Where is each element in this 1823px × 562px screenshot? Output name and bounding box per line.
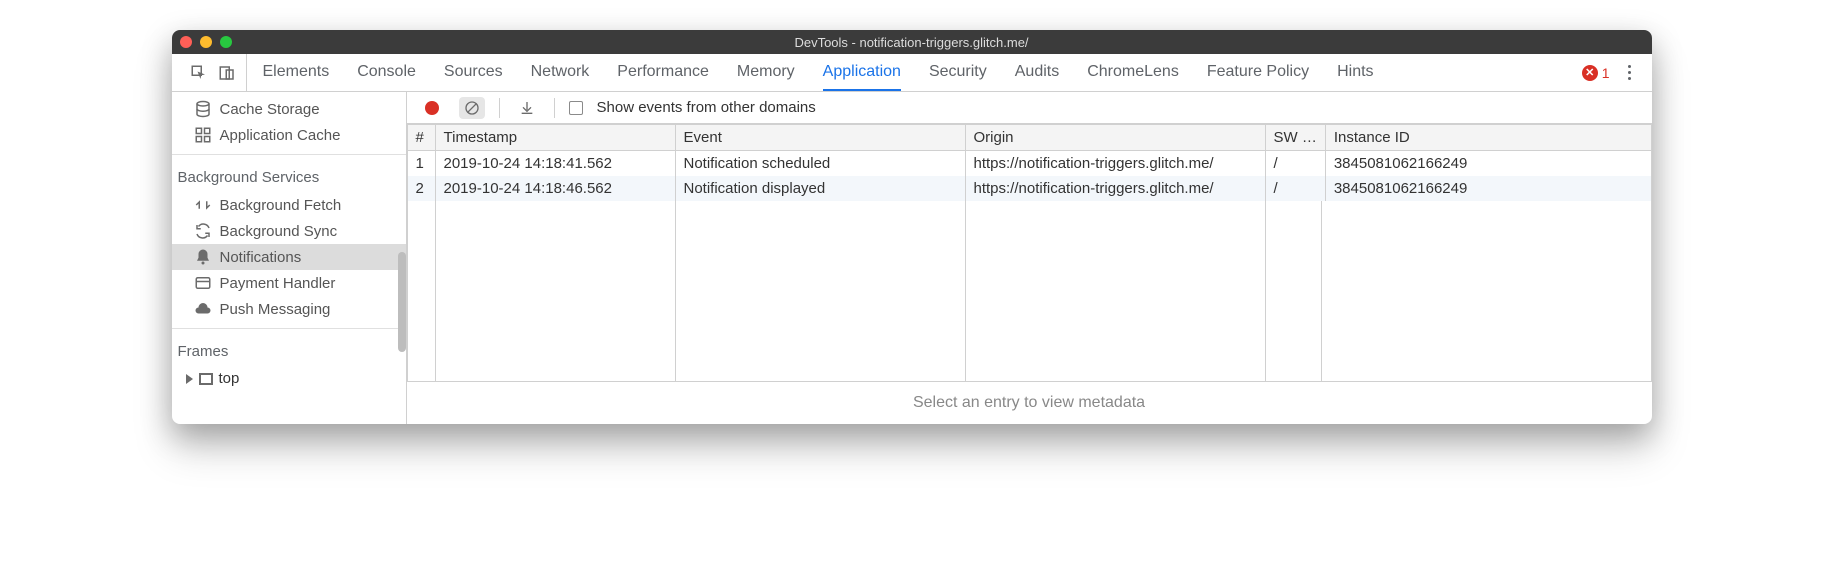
window-title: DevTools - notification-triggers.glitch.… (794, 35, 1028, 50)
tab-audits[interactable]: Audits (1015, 54, 1059, 91)
error-icon: ✕ (1582, 65, 1598, 81)
sidebar-item-label: Push Messaging (220, 301, 331, 318)
sidebar-item-notifications[interactable]: Notifications (172, 244, 406, 270)
toolbar-separator (499, 98, 500, 118)
application-sidebar: Cache Storage Application Cache Backgroun… (172, 92, 407, 424)
tab-network[interactable]: Network (531, 54, 590, 91)
toolbar-separator (554, 98, 555, 118)
tab-sources[interactable]: Sources (444, 54, 503, 91)
tab-application[interactable]: Application (823, 54, 901, 91)
tab-elements[interactable]: Elements (263, 54, 330, 91)
cell-event: Notification displayed (675, 176, 965, 201)
download-button[interactable] (514, 97, 540, 119)
cell-timestamp: 2019-10-24 14:18:46.562 (435, 176, 675, 201)
sidebar-item-background-sync[interactable]: Background Sync (172, 218, 406, 244)
zoom-window-button[interactable] (220, 36, 232, 48)
error-count-badge[interactable]: ✕ 1 (1582, 65, 1610, 81)
tab-console[interactable]: Console (357, 54, 416, 91)
bell-icon (194, 248, 212, 266)
col-header[interactable]: Instance ID (1325, 125, 1651, 151)
close-window-button[interactable] (180, 36, 192, 48)
tab-memory[interactable]: Memory (737, 54, 795, 91)
sidebar-divider (172, 328, 406, 329)
cell-event: Notification scheduled (675, 151, 965, 177)
device-toggle-icon[interactable] (218, 64, 236, 82)
tab-feature-policy[interactable]: Feature Policy (1207, 54, 1309, 91)
sidebar-item-label: Payment Handler (220, 275, 336, 292)
col-header[interactable]: # (407, 125, 435, 151)
tab-performance[interactable]: Performance (617, 54, 709, 91)
sync-icon (194, 222, 212, 240)
table-empty-area (407, 201, 1652, 382)
table-row[interactable]: 22019-10-24 14:18:46.562Notification dis… (407, 176, 1651, 201)
sidebar-item-cache-storage[interactable]: Cache Storage (172, 96, 406, 122)
metadata-hint: Select an entry to view metadata (407, 382, 1652, 424)
frame-icon (199, 373, 213, 385)
frames-heading: Frames (172, 335, 406, 366)
show-other-domains-label: Show events from other domains (597, 99, 816, 116)
cell-sw: / (1265, 151, 1325, 177)
clear-button[interactable] (459, 97, 485, 119)
events-toolbar: Show events from other domains (407, 92, 1652, 124)
cell-timestamp: 2019-10-24 14:18:41.562 (435, 151, 675, 177)
cell-instance: 3845081062166249 (1325, 151, 1651, 177)
tab-chromelens[interactable]: ChromeLens (1087, 54, 1179, 91)
cell-n: 1 (407, 151, 435, 177)
devtools-tabbar: Elements Console Sources Network Performance… (172, 54, 1652, 92)
tab-hints[interactable]: Hints (1337, 54, 1373, 91)
cloud-icon (194, 300, 212, 318)
sidebar-item-push-messaging[interactable]: Push Messaging (172, 296, 406, 322)
database-icon (194, 100, 212, 118)
tab-security[interactable]: Security (929, 54, 987, 91)
disclosure-icon (186, 374, 193, 384)
cell-n: 2 (407, 176, 435, 201)
record-icon (425, 101, 439, 115)
error-count: 1 (1602, 65, 1610, 81)
sidebar-item-label: Background Sync (220, 223, 338, 240)
record-button[interactable] (419, 97, 445, 119)
titlebar: DevTools - notification-triggers.glitch.… (172, 30, 1652, 54)
sidebar-item-background-fetch[interactable]: Background Fetch (172, 192, 406, 218)
frames-top-label: top (219, 370, 240, 387)
cell-sw: / (1265, 176, 1325, 201)
sidebar-item-label: Background Fetch (220, 197, 342, 214)
window-controls (180, 36, 232, 48)
devtools-window: DevTools - notification-triggers.glitch.… (172, 30, 1652, 424)
sidebar-scrollbar[interactable] (398, 252, 406, 352)
more-menu-button[interactable] (1622, 65, 1638, 80)
col-header[interactable]: SW … (1265, 125, 1325, 151)
col-header[interactable]: Timestamp (435, 125, 675, 151)
fetch-icon (194, 196, 212, 214)
cell-origin: https://notification-triggers.glitch.me/ (965, 176, 1265, 201)
col-header[interactable]: Origin (965, 125, 1265, 151)
grid-icon (194, 126, 212, 144)
sidebar-item-application-cache[interactable]: Application Cache (172, 122, 406, 148)
sidebar-divider (172, 154, 406, 155)
sidebar-item-payment-handler[interactable]: Payment Handler (172, 270, 406, 296)
cell-origin: https://notification-triggers.glitch.me/ (965, 151, 1265, 177)
events-table: #TimestampEventOriginSW …Instance ID 120… (407, 124, 1652, 201)
sidebar-item-label: Notifications (220, 249, 302, 266)
show-other-domains-checkbox[interactable] (569, 101, 583, 115)
inspect-icon[interactable] (190, 64, 208, 82)
sidebar-item-label: Cache Storage (220, 101, 320, 118)
table-row[interactable]: 12019-10-24 14:18:41.562Notification sch… (407, 151, 1651, 177)
card-icon (194, 274, 212, 292)
minimize-window-button[interactable] (200, 36, 212, 48)
cell-instance: 3845081062166249 (1325, 176, 1651, 201)
sidebar-item-label: Application Cache (220, 127, 341, 144)
bg-services-heading: Background Services (172, 161, 406, 192)
col-header[interactable]: Event (675, 125, 965, 151)
frames-top-item[interactable]: top (172, 366, 406, 391)
